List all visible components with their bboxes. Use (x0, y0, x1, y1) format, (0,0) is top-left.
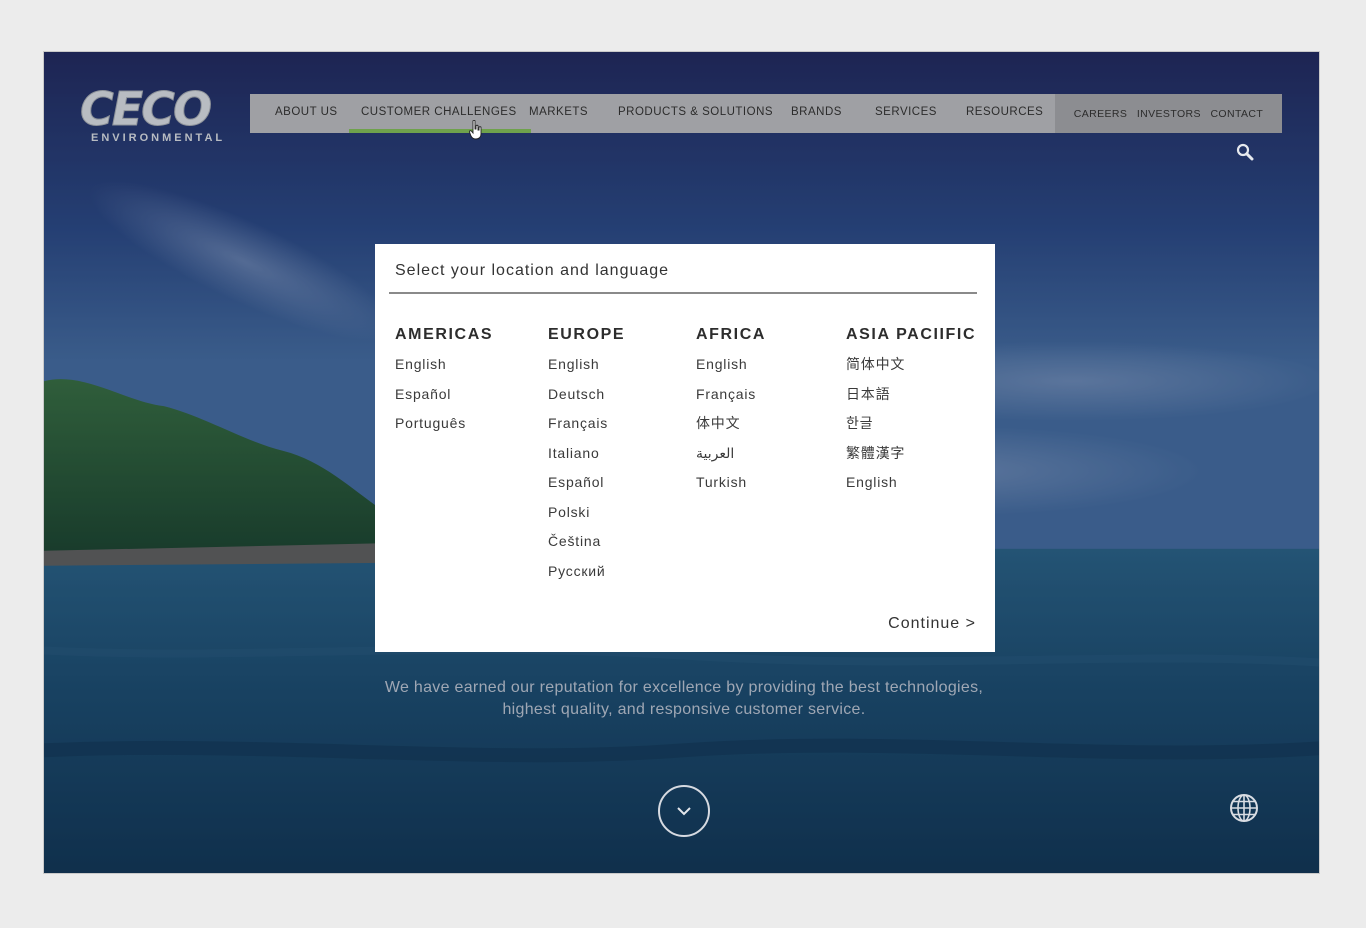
utility-nav: CAREERS INVESTORS CONTACT (1055, 94, 1282, 133)
nav-products-solutions[interactable]: PRODUCTS & SOLUTIONS (618, 94, 773, 133)
globe-icon[interactable] (1228, 792, 1260, 824)
language-option[interactable]: Español (395, 384, 493, 414)
language-option[interactable]: Français (696, 384, 766, 414)
language-option[interactable]: Italiano (548, 443, 625, 473)
region-africa: AFRICA English Français 体中文 العربية Turk… (696, 326, 766, 502)
nav-investors[interactable]: INVESTORS (1137, 108, 1201, 120)
nav-contact[interactable]: CONTACT (1210, 108, 1263, 120)
main-navigation: ABOUT US CUSTOMER CHALLENGES MARKETS PRO… (250, 94, 1282, 140)
language-option[interactable]: Español (548, 472, 625, 502)
primary-nav: ABOUT US CUSTOMER CHALLENGES MARKETS PRO… (250, 94, 1055, 140)
continue-button[interactable]: Continue > (888, 615, 976, 633)
language-option[interactable]: العربية (696, 443, 766, 473)
language-option[interactable]: Русский (548, 561, 625, 591)
language-option[interactable]: Čeština (548, 531, 625, 561)
language-option[interactable]: English (395, 354, 493, 384)
language-option[interactable]: 한글 (846, 413, 976, 443)
language-option[interactable]: 体中文 (696, 413, 766, 443)
hand-cursor-icon (469, 120, 482, 140)
modal-title: Select your location and language (395, 262, 670, 279)
region-asia-pacific: ASIA PACIIFIC 简体中文 日本語 한글 繁體漢字 English (846, 326, 976, 502)
region-europe: EUROPE English Deutsch Français Italiano… (548, 326, 625, 590)
language-option[interactable]: 繁體漢字 (846, 443, 976, 473)
region-title: AFRICA (696, 326, 767, 343)
nav-about-us[interactable]: ABOUT US (275, 94, 338, 133)
language-option[interactable]: English (846, 472, 976, 502)
logo-wordmark: CECO (80, 82, 213, 136)
language-option[interactable]: Français (548, 413, 625, 443)
language-option[interactable]: 日本語 (846, 384, 976, 414)
nav-services[interactable]: SERVICES (875, 94, 937, 133)
nav-resources[interactable]: RESOURCES (966, 94, 1043, 133)
language-option[interactable]: English (548, 354, 625, 384)
region-title: AMERICAS (395, 326, 494, 343)
chevron-down-icon (677, 807, 691, 816)
nav-careers[interactable]: CAREERS (1074, 108, 1128, 120)
region-americas: AMERICAS English Español Português (395, 326, 493, 443)
modal-divider (389, 292, 977, 294)
language-option[interactable]: 简体中文 (846, 354, 976, 384)
ceco-logo[interactable]: CECO ENVIRONMENTAL (80, 82, 226, 146)
scroll-down-button[interactable] (658, 785, 710, 837)
language-option[interactable]: Polski (548, 502, 625, 532)
hero-body-text: We have earned our reputation for excell… (384, 679, 984, 718)
search-icon[interactable] (1236, 143, 1254, 161)
nav-markets[interactable]: MARKETS (529, 94, 588, 133)
language-option[interactable]: English (696, 354, 766, 384)
language-selector-modal: Select your location and language AMERIC… (375, 244, 995, 652)
region-title: ASIA PACIIFIC (846, 326, 977, 343)
website-viewport: CECO ENVIRONMENTAL ABOUT US CUSTOMER CHA… (43, 51, 1320, 874)
nav-brands[interactable]: BRANDS (791, 94, 842, 133)
language-option[interactable]: Português (395, 413, 493, 443)
region-title: EUROPE (548, 326, 626, 343)
language-option[interactable]: Deutsch (548, 384, 625, 414)
nav-customer-challenges[interactable]: CUSTOMER CHALLENGES (349, 94, 531, 133)
language-option[interactable]: Turkish (696, 472, 766, 502)
logo-tagline: ENVIRONMENTAL (91, 132, 226, 144)
